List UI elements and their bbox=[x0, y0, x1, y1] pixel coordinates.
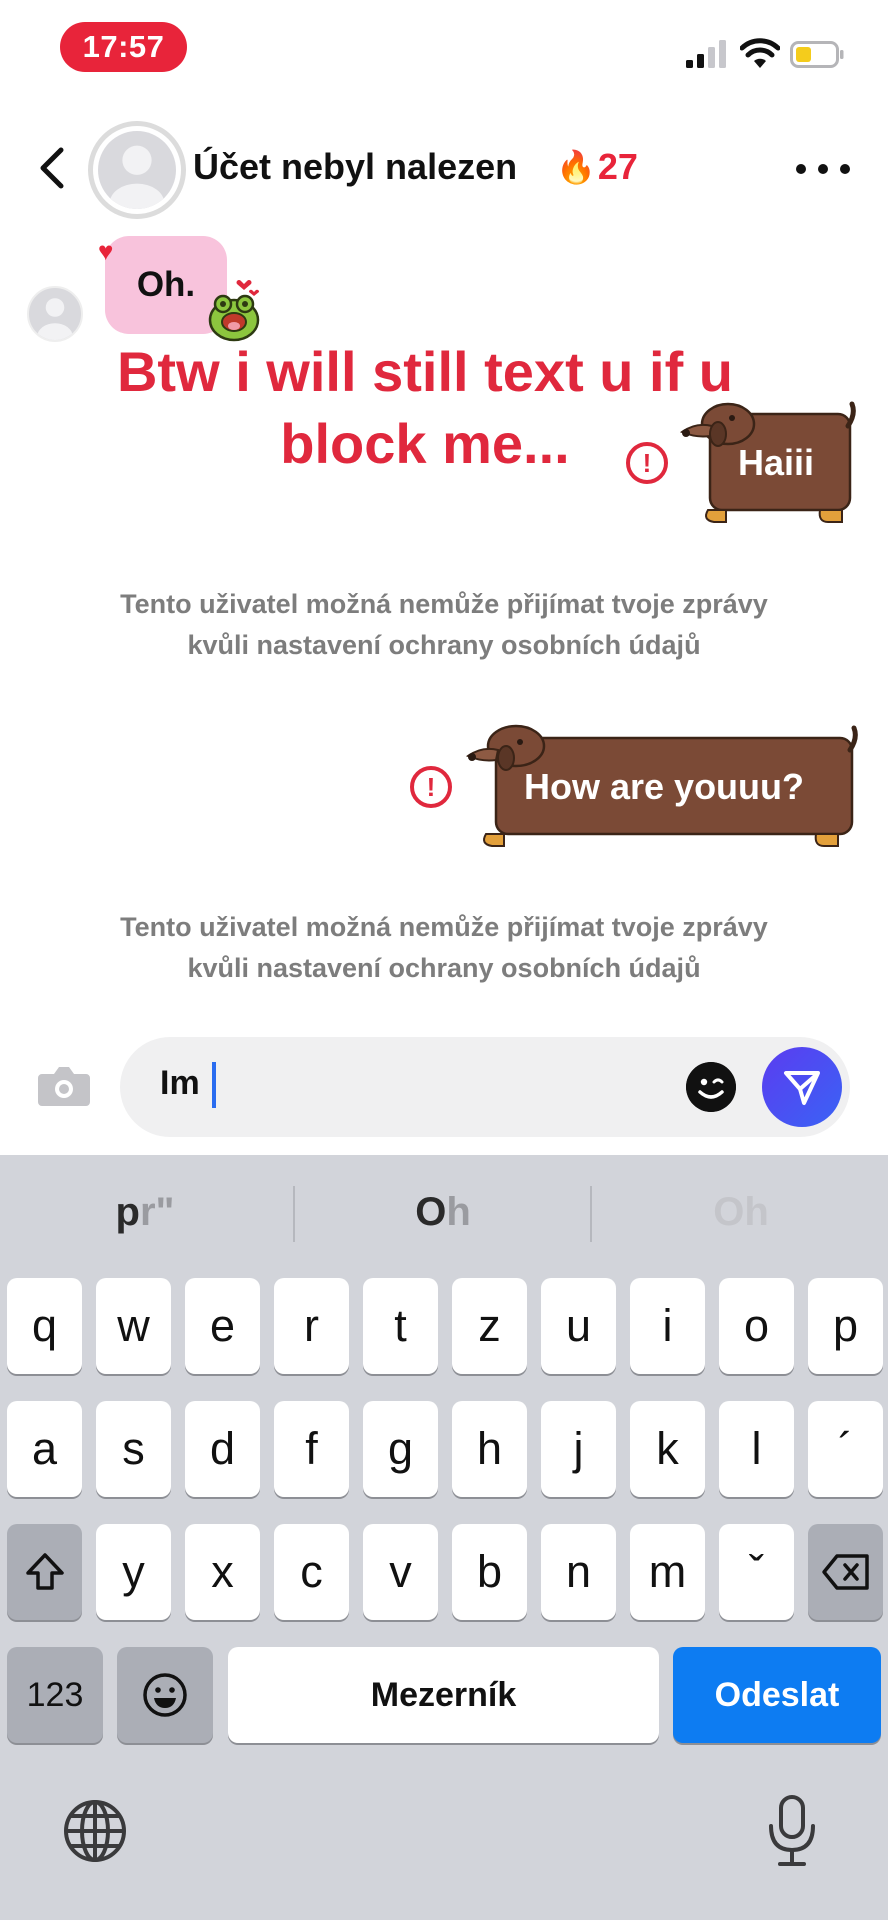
backspace-icon bbox=[821, 1554, 869, 1590]
warning-symbol: ! bbox=[642, 447, 652, 478]
shift-icon bbox=[25, 1553, 64, 1590]
key-m[interactable]: m bbox=[630, 1524, 705, 1620]
emoji-icon bbox=[143, 1673, 187, 1717]
suggestion-text: O bbox=[415, 1190, 447, 1234]
suggestion-text-dim: r" bbox=[139, 1190, 175, 1234]
key-acute-accent[interactable]: ´ bbox=[808, 1401, 883, 1497]
sender-avatar[interactable] bbox=[27, 286, 83, 342]
microphone-icon[interactable] bbox=[762, 1794, 822, 1868]
key-caron[interactable]: ˇ bbox=[719, 1524, 794, 1620]
outgoing-sticker-text: How are youuu? bbox=[524, 766, 805, 807]
send-button[interactable] bbox=[762, 1047, 842, 1127]
key-c[interactable]: c bbox=[274, 1524, 349, 1620]
key-k[interactable]: k bbox=[630, 1401, 705, 1497]
contact-name[interactable]: Účet nebyl nalezen bbox=[193, 146, 517, 188]
camera-icon[interactable] bbox=[36, 1062, 92, 1108]
delete-key[interactable] bbox=[808, 1524, 883, 1620]
suggestion-1[interactable]: pr" bbox=[0, 1190, 290, 1242]
key-z[interactable]: z bbox=[452, 1278, 527, 1374]
send-icon bbox=[784, 1071, 820, 1105]
delivery-notice: Tento uživatel možná nemůže přijímat tvo… bbox=[120, 589, 768, 660]
key-r[interactable]: r bbox=[274, 1278, 349, 1374]
key-o[interactable]: o bbox=[719, 1278, 794, 1374]
more-dot bbox=[796, 164, 806, 174]
key-b[interactable]: b bbox=[452, 1524, 527, 1620]
key-i[interactable]: i bbox=[630, 1278, 705, 1374]
suggestion-text-dim: h bbox=[446, 1190, 471, 1234]
key-p[interactable]: p bbox=[808, 1278, 883, 1374]
key-v[interactable]: v bbox=[363, 1524, 438, 1620]
key-j[interactable]: j bbox=[541, 1401, 616, 1497]
delivery-notice: Tento uživatel možná nemůže přijímat tvo… bbox=[120, 912, 768, 983]
key-s[interactable]: s bbox=[96, 1401, 171, 1497]
key-u[interactable]: u bbox=[541, 1278, 616, 1374]
key-h[interactable]: h bbox=[452, 1401, 527, 1497]
heart-reaction-icon: ♥ bbox=[98, 236, 114, 266]
suggestion-text-dim: Oh bbox=[713, 1190, 769, 1234]
emoji-sticker-icon[interactable] bbox=[686, 1062, 736, 1112]
warning-symbol: ! bbox=[426, 771, 436, 802]
cellular-signal-icon bbox=[686, 40, 726, 68]
suggestion-divider bbox=[590, 1186, 592, 1242]
key-t[interactable]: t bbox=[363, 1278, 438, 1374]
suggestion-text: p bbox=[115, 1190, 140, 1234]
key-a[interactable]: a bbox=[7, 1401, 82, 1497]
key-q[interactable]: q bbox=[7, 1278, 82, 1374]
key-l[interactable]: l bbox=[719, 1401, 794, 1497]
more-dot bbox=[818, 164, 828, 174]
back-button[interactable] bbox=[30, 140, 74, 196]
not-delivered-warning-icon[interactable]: ! bbox=[626, 442, 668, 484]
battery-icon bbox=[790, 41, 844, 68]
key-d[interactable]: d bbox=[185, 1401, 260, 1497]
numbers-key[interactable]: 123 bbox=[7, 1647, 103, 1743]
key-n[interactable]: n bbox=[541, 1524, 616, 1620]
globe-icon[interactable] bbox=[62, 1798, 128, 1864]
suggestion-divider bbox=[293, 1186, 295, 1242]
key-e[interactable]: e bbox=[185, 1278, 260, 1374]
status-time: 17:57 bbox=[60, 22, 187, 72]
space-key[interactable]: Mezerník bbox=[228, 1647, 659, 1743]
wifi-icon bbox=[740, 38, 780, 68]
streak-badge: 🔥 27 bbox=[556, 146, 638, 188]
default-avatar-icon bbox=[37, 298, 73, 340]
fire-icon: 🔥 bbox=[556, 149, 596, 185]
frog-sticker-icon[interactable] bbox=[204, 278, 264, 342]
key-f[interactable]: f bbox=[274, 1401, 349, 1497]
streak-count: 27 bbox=[597, 146, 638, 187]
suggestion-3[interactable]: Oh bbox=[596, 1190, 886, 1242]
contact-avatar[interactable] bbox=[88, 121, 186, 219]
chevron-left-icon bbox=[40, 147, 64, 189]
default-avatar-icon bbox=[109, 145, 165, 209]
suggestion-2[interactable]: Oh bbox=[298, 1190, 588, 1242]
outgoing-sticker-text: Haiii bbox=[738, 442, 815, 483]
message-input[interactable] bbox=[120, 1037, 850, 1137]
shift-key[interactable] bbox=[7, 1524, 82, 1620]
key-w[interactable]: w bbox=[96, 1278, 171, 1374]
key-x[interactable]: x bbox=[185, 1524, 260, 1620]
message-input-text[interactable]: Im bbox=[160, 1064, 200, 1103]
send-key[interactable]: Odeslat bbox=[673, 1647, 881, 1743]
text-cursor bbox=[212, 1062, 216, 1108]
emoji-keyboard-key[interactable] bbox=[117, 1647, 213, 1743]
more-dot bbox=[840, 164, 850, 174]
not-delivered-warning-icon[interactable]: ! bbox=[410, 766, 452, 808]
key-y[interactable]: y bbox=[96, 1524, 171, 1620]
key-g[interactable]: g bbox=[363, 1401, 438, 1497]
more-options-button[interactable] bbox=[796, 158, 850, 180]
